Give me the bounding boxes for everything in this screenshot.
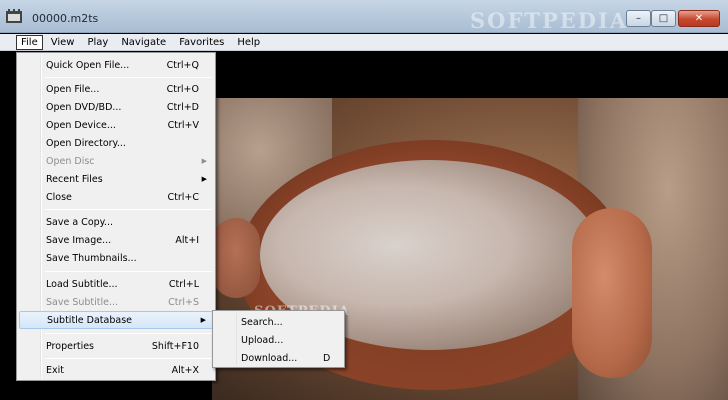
- menu-item-load-subtitle[interactable]: Load Subtitle... Ctrl+L: [19, 275, 213, 293]
- menu-item-open-disc[interactable]: Open Disc ▶: [19, 152, 213, 170]
- app-icon: [6, 9, 22, 23]
- menu-play[interactable]: Play: [82, 35, 113, 50]
- menu-help[interactable]: Help: [232, 35, 265, 50]
- menu-separator: [45, 209, 212, 210]
- menu-file[interactable]: File: [16, 34, 43, 50]
- menu-bar: File View Play Navigate Favorites Help: [0, 34, 728, 51]
- subtitle-database-submenu: Search... Upload... Download... D: [212, 310, 345, 368]
- menu-favorites[interactable]: Favorites: [174, 35, 229, 50]
- menu-separator: [45, 271, 212, 272]
- menu-item-exit[interactable]: Exit Alt+X: [19, 361, 213, 379]
- menu-separator: [45, 77, 212, 78]
- menu-item-save-image[interactable]: Save Image... Alt+I: [19, 231, 213, 249]
- menu-item-recent-files[interactable]: Recent Files ▶: [19, 170, 213, 188]
- menu-item-save-subtitle[interactable]: Save Subtitle... Ctrl+S: [19, 293, 213, 311]
- submenu-arrow-icon: ▶: [201, 157, 207, 165]
- menu-item-open-directory[interactable]: Open Directory...: [19, 134, 213, 152]
- menu-separator: [45, 333, 212, 334]
- menu-item-open-device[interactable]: Open Device... Ctrl+V: [19, 116, 213, 134]
- menu-item-properties[interactable]: Properties Shift+F10: [19, 337, 213, 355]
- close-button[interactable]: ✕: [678, 10, 720, 27]
- minimize-button[interactable]: –: [626, 10, 651, 27]
- menu-separator: [45, 358, 212, 359]
- menu-item-save-copy[interactable]: Save a Copy...: [19, 213, 213, 231]
- submenu-item-download[interactable]: Download... D: [215, 349, 342, 367]
- hand-shape: [572, 208, 652, 378]
- watermark-text: SOFTPEDIA: [470, 8, 629, 33]
- menu-view[interactable]: View: [46, 35, 80, 50]
- title-bar[interactable]: 00000.m2ts SOFTPEDIA – □ ✕: [0, 0, 728, 33]
- maximize-button[interactable]: □: [651, 10, 676, 27]
- submenu-arrow-icon: ▶: [200, 316, 206, 324]
- menu-navigate[interactable]: Navigate: [116, 35, 171, 50]
- window-title: 00000.m2ts: [32, 12, 99, 25]
- menu-item-save-thumbnails[interactable]: Save Thumbnails...: [19, 249, 213, 267]
- submenu-arrow-icon: ▶: [201, 175, 207, 183]
- menu-item-quick-open[interactable]: Quick Open File... Ctrl+Q: [19, 56, 213, 74]
- menu-item-close[interactable]: Close Ctrl+C: [19, 188, 213, 206]
- hand-shape: [212, 218, 260, 298]
- menu-item-open-dvd[interactable]: Open DVD/BD... Ctrl+D: [19, 98, 213, 116]
- menu-item-subtitle-database[interactable]: Subtitle Database ▶: [19, 311, 213, 329]
- submenu-item-upload[interactable]: Upload...: [215, 331, 342, 349]
- file-menu-dropdown: Quick Open File... Ctrl+Q Open File... C…: [16, 52, 216, 381]
- submenu-item-search[interactable]: Search...: [215, 313, 342, 331]
- menu-item-open-file[interactable]: Open File... Ctrl+O: [19, 80, 213, 98]
